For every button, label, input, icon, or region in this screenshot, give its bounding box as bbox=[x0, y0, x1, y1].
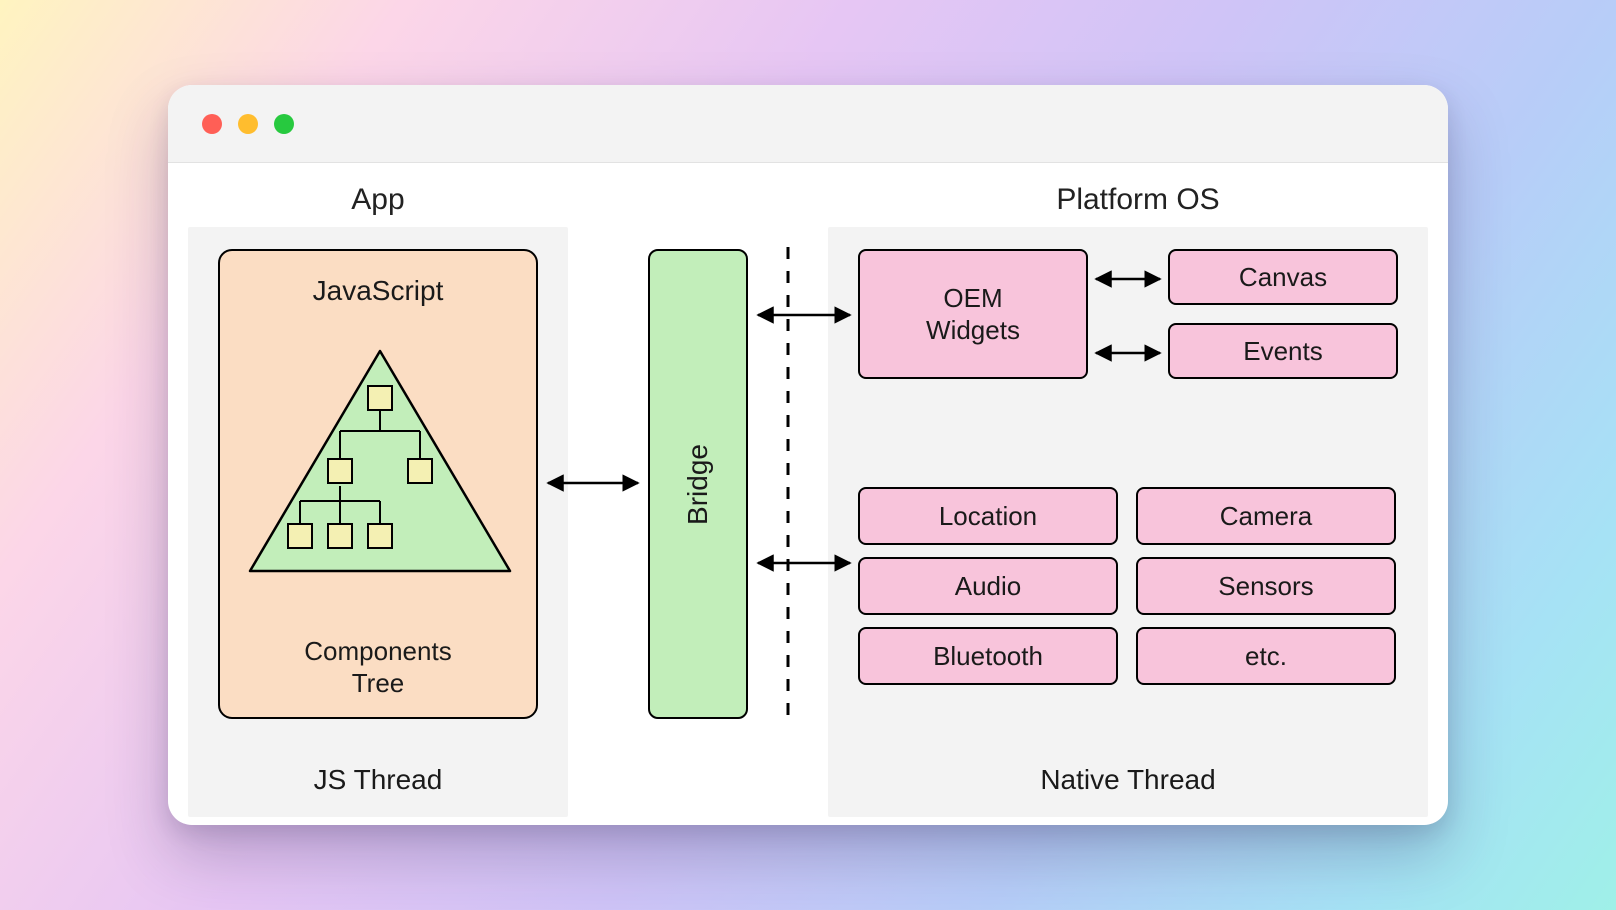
box-sensors: Sensors bbox=[1136, 557, 1396, 615]
components-tree-icon bbox=[240, 341, 520, 581]
oem-line-1: OEM bbox=[943, 282, 1002, 315]
box-bluetooth: Bluetooth bbox=[858, 627, 1118, 685]
panel-js-thread: JavaScript Components Tree JS bbox=[188, 227, 568, 817]
panel-native-thread: OEM Widgets Canvas Events Location Camer… bbox=[828, 227, 1428, 817]
box-audio: Audio bbox=[858, 557, 1118, 615]
heading-platform-os: Platform OS bbox=[828, 183, 1448, 217]
location-label: Location bbox=[939, 500, 1037, 533]
browser-window: App Platform OS JavaScript bbox=[168, 85, 1448, 825]
components-tree-label-1: Components bbox=[220, 635, 536, 668]
javascript-title: JavaScript bbox=[220, 273, 536, 308]
bridge-box: Bridge bbox=[648, 249, 748, 719]
close-icon[interactable] bbox=[202, 114, 222, 134]
audio-label: Audio bbox=[955, 570, 1022, 603]
heading-app: App bbox=[168, 183, 588, 217]
box-canvas: Canvas bbox=[1168, 249, 1398, 305]
canvas-label: Canvas bbox=[1239, 261, 1327, 294]
javascript-box: JavaScript Components Tree bbox=[218, 249, 538, 719]
footer-js-thread: JS Thread bbox=[188, 762, 568, 797]
oem-line-2: Widgets bbox=[926, 314, 1020, 347]
camera-label: Camera bbox=[1220, 500, 1312, 533]
events-label: Events bbox=[1243, 335, 1323, 368]
sensors-label: Sensors bbox=[1218, 570, 1313, 603]
components-tree-label-2: Tree bbox=[220, 667, 536, 700]
minimize-icon[interactable] bbox=[238, 114, 258, 134]
etc-label: etc. bbox=[1245, 640, 1287, 673]
bridge-label: Bridge bbox=[682, 444, 714, 525]
bluetooth-label: Bluetooth bbox=[933, 640, 1043, 673]
box-location: Location bbox=[858, 487, 1118, 545]
box-etc: etc. bbox=[1136, 627, 1396, 685]
maximize-icon[interactable] bbox=[274, 114, 294, 134]
diagram-canvas: App Platform OS JavaScript bbox=[168, 163, 1448, 825]
footer-native-thread: Native Thread bbox=[828, 762, 1428, 797]
box-oem-widgets: OEM Widgets bbox=[858, 249, 1088, 379]
box-events: Events bbox=[1168, 323, 1398, 379]
box-camera: Camera bbox=[1136, 487, 1396, 545]
window-titlebar bbox=[168, 85, 1448, 163]
